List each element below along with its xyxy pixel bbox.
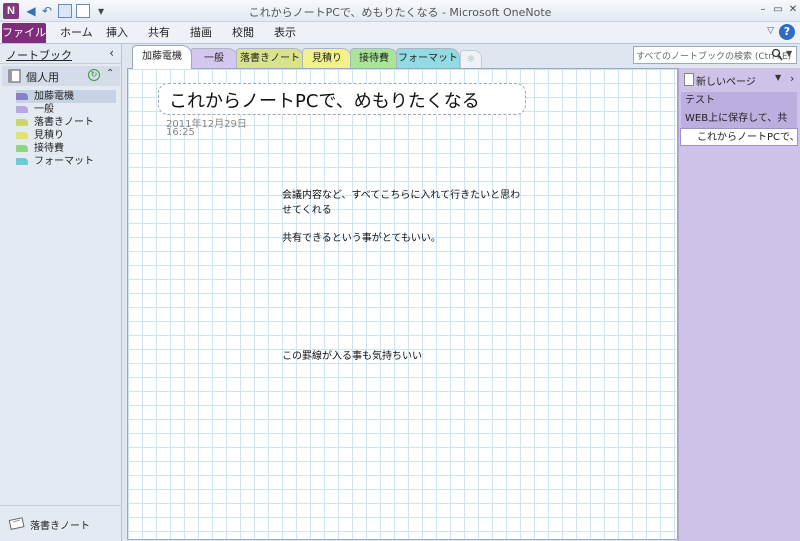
unfiled-notes-label: 落書きノート	[30, 521, 90, 532]
notebook-icon	[8, 69, 21, 83]
notebook-name: 個人用	[26, 71, 59, 84]
ribbon-tabs: ファイル ホーム 挿入 共有 描画 校閲 表示 ▽ ?	[0, 22, 800, 44]
unfiled-notes[interactable]: 落書きノート	[0, 505, 122, 541]
section-icon	[16, 132, 28, 139]
note-line[interactable]: せてくれる	[282, 204, 332, 218]
section-label: 一般	[34, 104, 54, 115]
tab-section-scribble[interactable]: 落書きノート	[236, 48, 304, 68]
page-time: 16:25	[166, 127, 195, 138]
window-title: これからノートPCで、めもりたくなる - Microsoft OneNote	[248, 6, 552, 19]
unfiled-notes-icon	[8, 517, 25, 530]
notebook-navigation-pane: ノートブック ‹ 個人用 ↻ ⌃ 加藤電機 一般 落書きノート 見積り 接待費 …	[0, 44, 122, 541]
new-section-tab-icon[interactable]: ☼	[460, 50, 482, 68]
page-canvas[interactable]: これからノートPCで、めもりたくなる 2011年12月29日 16:25 会議内…	[127, 68, 678, 540]
tab-section-kato[interactable]: 加藤電機	[132, 45, 192, 69]
sidebar-item-section[interactable]: 落書きノート	[16, 116, 116, 129]
tab-draw[interactable]: 描画	[190, 24, 212, 42]
page-tab-active[interactable]: これからノートPCで、めも	[680, 128, 798, 146]
note-line[interactable]: この罫線が入る事も気持ちいい	[282, 350, 422, 364]
chevron-up-icon[interactable]: ⌃	[106, 68, 114, 79]
notebooks-label[interactable]: ノートブック	[6, 47, 72, 63]
section-icon	[16, 119, 28, 126]
sync-icon[interactable]: ↻	[88, 69, 100, 81]
section-icon	[16, 145, 28, 152]
tab-view[interactable]: 表示	[274, 24, 296, 42]
note-line[interactable]: 会議内容など、すべてこちらに入れて行きたいと思わ	[282, 189, 520, 203]
title-bar: N ◀ ↶ ▾ これからノートPCで、めもりたくなる - Microsoft O…	[0, 0, 800, 22]
search-scope-dropdown-icon[interactable]: ▼	[786, 49, 792, 58]
notebook-personal[interactable]: 個人用 ↻ ⌃	[2, 66, 120, 86]
sidebar-item-section[interactable]: 接待費	[16, 142, 116, 155]
new-page-icon	[684, 73, 694, 86]
page-title[interactable]: これからノートPCで、めもりたくなる	[169, 87, 480, 113]
new-page-button[interactable]: 新しいページ ▼ ›	[683, 72, 800, 88]
tab-share[interactable]: 共有	[148, 24, 170, 42]
sidebar-item-section[interactable]: 加藤電機	[16, 90, 116, 103]
section-label: 加藤電機	[34, 91, 74, 102]
tab-insert[interactable]: 挿入	[106, 24, 128, 42]
section-icon	[16, 93, 28, 100]
file-tab[interactable]: ファイル	[2, 23, 46, 43]
tab-review[interactable]: 校閲	[232, 24, 254, 42]
minimize-icon[interactable]: –	[756, 3, 770, 17]
sidebar-item-section[interactable]: 一般	[16, 103, 116, 116]
search-placeholder: すべてのノートブックの検索 (Ctrl+E)	[636, 52, 792, 62]
search-input[interactable]: すべてのノートブックの検索 (Ctrl+E) ▼	[633, 46, 797, 64]
collapse-page-pane-icon[interactable]: ›	[790, 72, 794, 85]
note-line[interactable]: 共有できるという事がとてもいい。	[282, 232, 441, 246]
section-label: 見積り	[34, 130, 64, 141]
tab-home[interactable]: ホーム	[60, 24, 93, 42]
section-icon	[16, 158, 28, 165]
nav-header: ノートブック ‹	[0, 44, 122, 64]
tab-section-estimate[interactable]: 見積り	[302, 48, 352, 68]
page-list-pane: 新しいページ ▼ › テスト WEB上に保存して、共 これからノートPCで、めも	[678, 68, 800, 541]
ribbon-collapse-icon[interactable]: ▽	[767, 26, 774, 36]
tab-section-general[interactable]: 一般	[190, 48, 238, 68]
close-icon[interactable]: ✕	[786, 3, 800, 17]
page-tab[interactable]: テスト	[681, 92, 797, 110]
tab-section-format[interactable]: フォーマット	[396, 48, 460, 68]
search-icon[interactable]	[771, 48, 783, 62]
new-page-label: 新しいページ	[696, 77, 756, 88]
section-icon	[16, 106, 28, 113]
sidebar-item-section[interactable]: フォーマット	[16, 155, 116, 168]
section-label: 落書きノート	[34, 117, 94, 128]
sidebar-item-section[interactable]: 見積り	[16, 129, 116, 142]
section-label: フォーマット	[34, 156, 94, 167]
section-tab-bar: 加藤電機 一般 落書きノート 見積り 接待費 フォーマット ☼	[122, 44, 632, 69]
restore-icon[interactable]: ▭	[771, 3, 785, 17]
page-tab[interactable]: WEB上に保存して、共	[681, 110, 797, 128]
help-icon[interactable]: ?	[779, 24, 795, 40]
collapse-nav-icon[interactable]: ‹	[109, 46, 114, 60]
section-label: 接待費	[34, 143, 64, 154]
page-title-box[interactable]: これからノートPCで、めもりたくなる	[158, 83, 526, 115]
tab-section-entertainment[interactable]: 接待費	[350, 48, 398, 68]
chevron-down-icon[interactable]: ▼	[775, 73, 781, 82]
